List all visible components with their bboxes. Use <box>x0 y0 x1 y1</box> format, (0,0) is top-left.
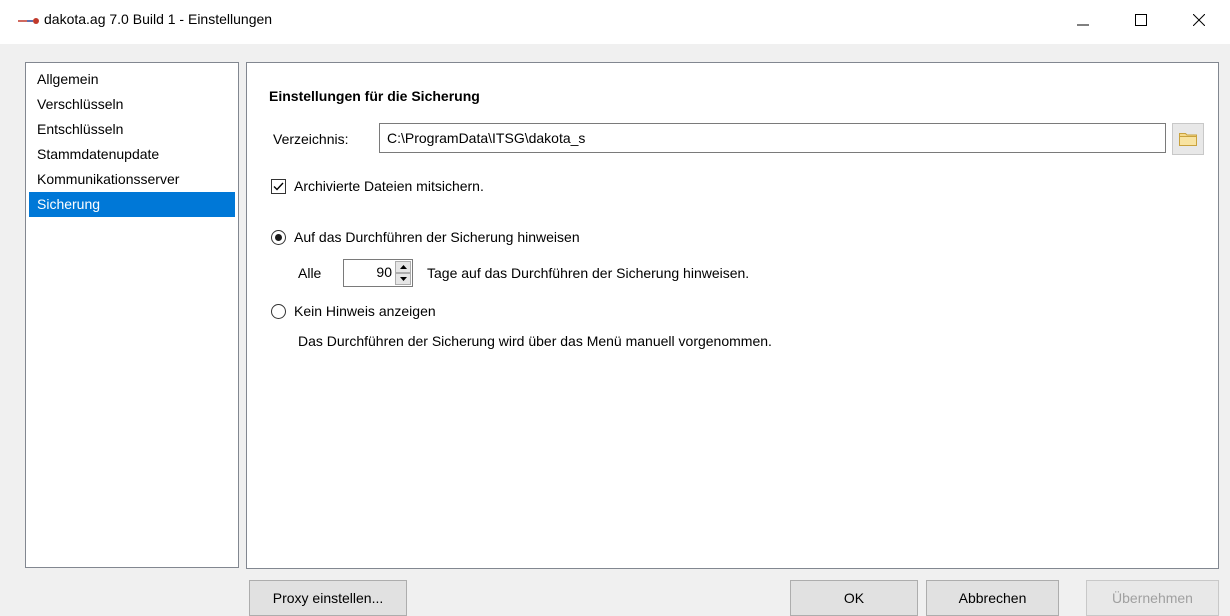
arrow-down-icon <box>399 277 407 281</box>
sidebar-item-kommunikationsserver[interactable]: Kommunikationsserver <box>29 167 235 192</box>
cancel-button[interactable]: Abbrechen <box>926 580 1059 616</box>
proxy-settings-button[interactable]: Proxy einstellen... <box>249 580 407 616</box>
title-bar: dakota.ag 7.0 Build 1 - Einstellungen <box>0 0 1230 44</box>
no-reminder-radio[interactable] <box>271 303 286 319</box>
archive-checkbox-label: Archivierte Dateien mitsichern. <box>294 178 484 194</box>
no-reminder-radio-row[interactable]: Kein Hinweis anzeigen <box>271 303 436 319</box>
arrow-up-icon <box>399 265 407 269</box>
minimize-icon <box>1077 24 1089 26</box>
interval-suffix-label: Tage auf das Durchführen der Sicherung h… <box>427 265 750 281</box>
close-icon <box>1193 14 1205 26</box>
no-reminder-description: Das Durchführen der Sicherung wird über … <box>298 333 772 349</box>
days-value[interactable]: 90 <box>376 264 392 280</box>
no-reminder-radio-label: Kein Hinweis anzeigen <box>294 303 436 319</box>
folder-icon <box>1179 133 1197 146</box>
minimize-button[interactable] <box>1060 0 1106 40</box>
browse-folder-button[interactable] <box>1172 123 1204 155</box>
archive-checkbox-row[interactable]: Archivierte Dateien mitsichern. <box>271 178 484 194</box>
sidebar-item-entschluesseln[interactable]: Entschlüsseln <box>29 117 235 142</box>
checkmark-icon <box>273 182 284 191</box>
maximize-icon <box>1135 14 1147 26</box>
interval-prefix-label: Alle <box>298 265 322 281</box>
sidebar-item-sicherung[interactable]: Sicherung <box>29 192 235 217</box>
directory-label: Verzeichnis: <box>273 131 349 147</box>
reminder-radio[interactable] <box>271 229 286 245</box>
days-spinner[interactable]: 90 <box>343 259 413 287</box>
spin-up-button[interactable] <box>395 261 411 273</box>
close-button[interactable] <box>1176 0 1222 40</box>
ok-button[interactable]: OK <box>790 580 918 616</box>
reminder-radio-row[interactable]: Auf das Durchführen der Sicherung hinwei… <box>271 229 580 245</box>
sidebar-item-allgemein[interactable]: Allgemein <box>29 67 235 92</box>
window-title: dakota.ag 7.0 Build 1 - Einstellungen <box>44 11 273 27</box>
dakota-logo-icon <box>18 18 39 24</box>
reminder-radio-label: Auf das Durchführen der Sicherung hinwei… <box>294 229 580 245</box>
directory-input[interactable]: C:\ProgramData\ITSG\dakota_s <box>379 123 1166 153</box>
section-title: Einstellungen für die Sicherung <box>269 88 480 104</box>
settings-category-list[interactable]: Allgemein Verschlüsseln Entschlüsseln St… <box>25 62 239 568</box>
sidebar-item-stammdatenupdate[interactable]: Stammdatenupdate <box>29 142 235 167</box>
spin-down-button[interactable] <box>395 273 411 285</box>
sidebar-item-verschluesseln[interactable]: Verschlüsseln <box>29 92 235 117</box>
archive-checkbox[interactable] <box>271 178 286 194</box>
maximize-button[interactable] <box>1118 0 1164 40</box>
apply-button[interactable]: Übernehmen <box>1086 580 1219 616</box>
settings-panel: Einstellungen für die Sicherung Verzeich… <box>246 62 1219 569</box>
